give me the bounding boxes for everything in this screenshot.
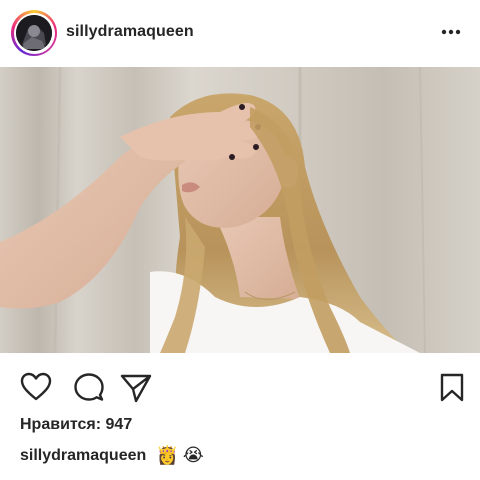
likes-count[interactable]: Нравится: 947 [20, 416, 132, 434]
post-header: sillydramaqueen [0, 0, 480, 66]
avatar[interactable] [16, 15, 52, 51]
bookmark-icon[interactable] [440, 373, 464, 408]
paper-plane-icon[interactable] [120, 373, 152, 408]
avatar-gap [13, 12, 55, 54]
post-photo-illustration [0, 67, 480, 353]
avatar-story-ring[interactable] [11, 10, 57, 56]
caption-username[interactable]: sillydramaqueen [20, 447, 146, 465]
more-options-icon[interactable] [440, 24, 462, 40]
heart-icon[interactable] [20, 372, 52, 407]
comment-icon[interactable] [74, 373, 104, 408]
post-actions-bar [0, 366, 480, 406]
post-username[interactable]: sillydramaqueen [66, 23, 194, 41]
caption: sillydramaqueen 👸 😭 [20, 445, 204, 466]
avatar-image [16, 15, 52, 51]
princess-emoji: 👸 [156, 445, 179, 466]
crying-face-emoji: 😭 [182, 445, 204, 466]
post-photo[interactable] [0, 67, 480, 353]
